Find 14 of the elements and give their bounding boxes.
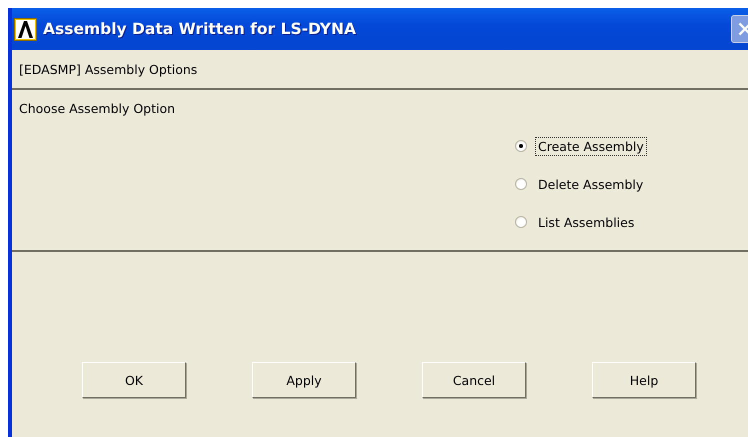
command-header: [EDASMP] Assembly Options (19, 62, 198, 76)
dialog-button[interactable]: Apply (252, 362, 356, 398)
dialog-button[interactable]: Cancel (422, 362, 526, 398)
dialog-button[interactable]: OK (82, 362, 186, 398)
radio-button[interactable] (515, 216, 527, 228)
dialog-button[interactable]: Help (592, 362, 696, 398)
radio-button[interactable] (515, 140, 527, 152)
radio-label[interactable]: Delete Assembly (535, 174, 646, 194)
window-title: Assembly Data Written for LS-DYNA (43, 20, 356, 38)
prompt-label: Choose Assembly Option (19, 101, 176, 116)
radio-label[interactable]: List Assemblies (535, 212, 638, 232)
radio-label[interactable]: Create Assembly (535, 136, 647, 156)
logo-icon (14, 18, 37, 40)
radio-button[interactable] (515, 178, 527, 190)
